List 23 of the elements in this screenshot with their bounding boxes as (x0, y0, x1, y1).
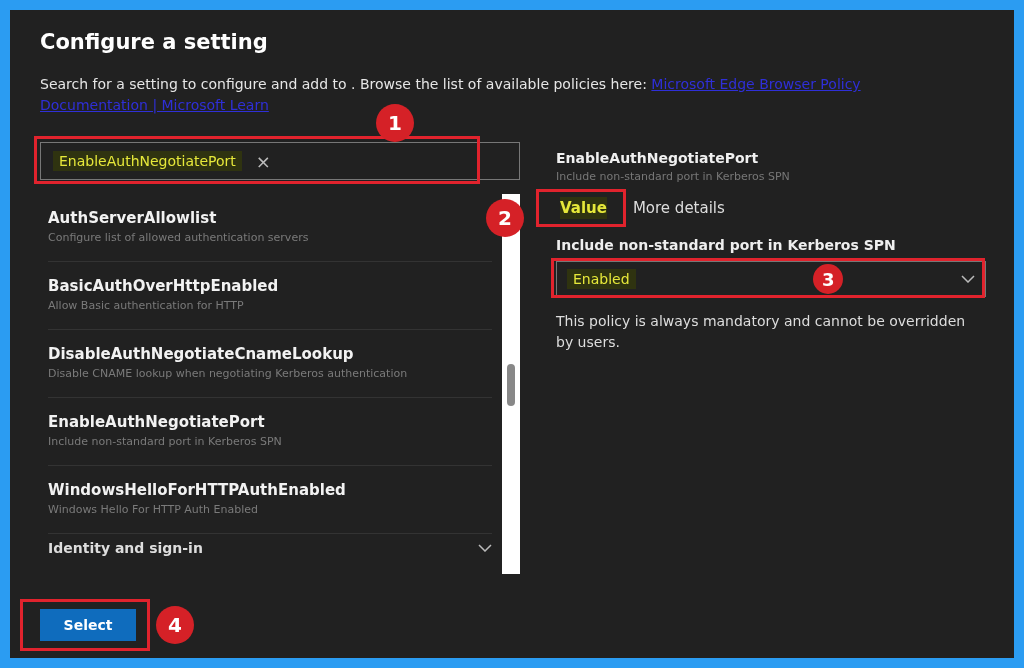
tab[interactable]: More details (632, 197, 725, 219)
category-header[interactable]: Identity and sign-in (48, 534, 492, 556)
dialog-title: Configure a setting (40, 30, 269, 54)
search-value: EnableAuthNegotiatePort (53, 151, 242, 171)
step-badge: 3 (813, 264, 844, 294)
setting-description: Include non-standard port in Kerberos SPN (556, 170, 791, 183)
setting-item[interactable]: EnableAuthNegotiatePort Include non-standard port in Kerberos SPN (48, 398, 492, 466)
dropdown-value: Enabled (567, 269, 636, 289)
step-badge: 4 (156, 606, 194, 644)
clear-button[interactable]: × (255, 150, 271, 172)
step-badge: 1 (376, 104, 414, 142)
setting-item[interactable]: BasicAuthOverHttpEnabled Allow Basic authentication for HTTP (48, 262, 492, 330)
setting-name: EnableAuthNegotiatePort (556, 150, 760, 166)
step-badge: 2 (486, 199, 524, 237)
setting-item[interactable]: DisableAuthNegotiateCnameLookup Disable CNAME lookup when negotiating Kerberos authentication (48, 330, 492, 398)
value-dropdown[interactable]: Enabled 3 (556, 261, 986, 297)
setting-item[interactable]: WindowsHelloForHTTPAuthEnabled Windows Hello For HTTP Auth Enabled (48, 466, 492, 534)
chevron-icon (961, 275, 975, 283)
search-field[interactable]: EnableAuthNegotiatePort × (40, 142, 520, 180)
tab[interactable]: Value (560, 197, 607, 219)
select-button[interactable]: Select (40, 609, 136, 641)
field-label: Include non-standard port in Kerberos SPN (556, 237, 897, 253)
policy-note: This policy is always mandatory and cannot be overridden by users. (556, 312, 967, 352)
